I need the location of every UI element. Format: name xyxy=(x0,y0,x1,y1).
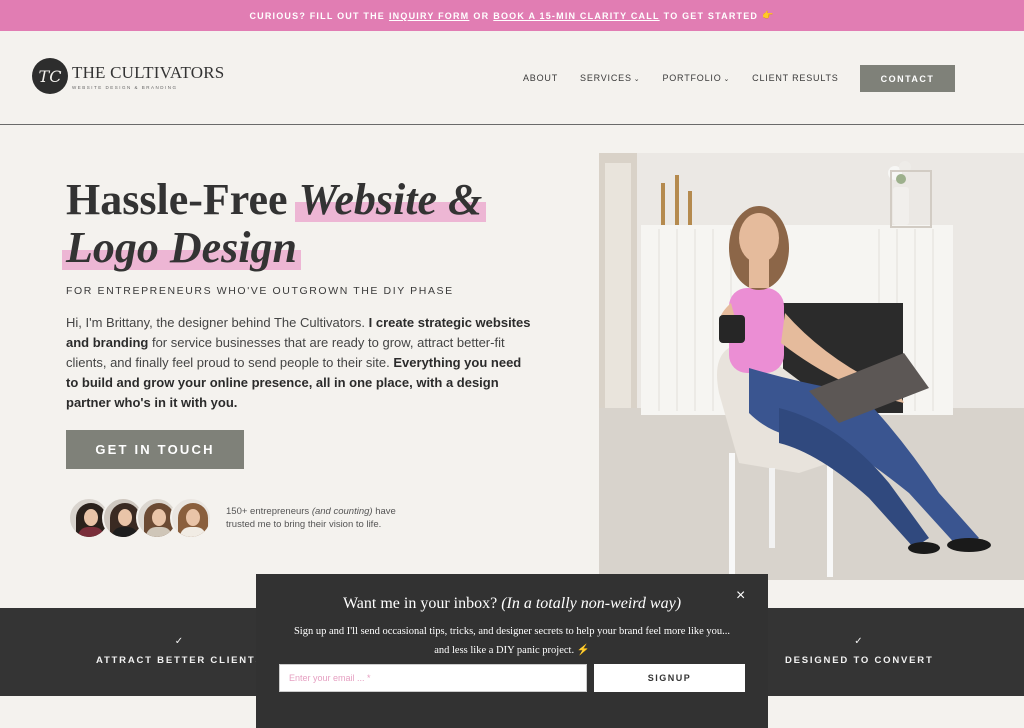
check-icon: ✓ xyxy=(174,636,185,647)
site-header: TC THE CULTIVATORS WEBSITE DESIGN & BRAN… xyxy=(0,31,1024,125)
hero-title: Hassle-Free Website & Logo Design xyxy=(66,176,482,272)
feature-convert: ✓ DESIGNED TO CONVERT xyxy=(785,636,934,666)
site-logo[interactable]: TC THE CULTIVATORS WEBSITE DESIGN & BRAN… xyxy=(32,58,224,94)
banner-middle: OR xyxy=(473,10,490,21)
close-icon[interactable]: × xyxy=(736,587,745,605)
logo-monogram: TC xyxy=(32,58,68,94)
nav-portfolio-label: PORTFOLIO xyxy=(662,73,722,83)
nav-about[interactable]: ABOUT xyxy=(523,73,558,83)
chevron-down-icon: ⌄ xyxy=(633,76,641,83)
main-nav: ABOUT SERVICES ⌄ PORTFOLIO ⌄ CLIENT RESULT… xyxy=(523,73,839,83)
logo-subtitle: WEBSITE DESIGN & BRANDING xyxy=(72,84,178,90)
popup-title-main: Want me in your inbox? xyxy=(342,595,498,612)
email-field[interactable] xyxy=(279,664,587,692)
feature-convert-label: DESIGNED TO CONVERT xyxy=(785,655,934,666)
inquiry-form-link[interactable]: INQUIRY FORM xyxy=(389,11,469,21)
avatar xyxy=(170,497,212,539)
nav-client-results[interactable]: CLIENT RESULTS xyxy=(752,73,838,83)
feature-attract-label: ATTRACT BETTER CLIENTS xyxy=(96,655,264,666)
get-in-touch-button[interactable]: GET IN TOUCH xyxy=(66,430,244,469)
hero-title-line-1: Hassle-Free Website & xyxy=(66,176,482,224)
signup-button[interactable]: SIGNUP xyxy=(594,664,745,692)
intro-text-a: Hi, I'm Brittany, the designer behind Th… xyxy=(66,315,365,330)
portrait-illustration xyxy=(599,153,1024,580)
banner-suffix: TO GET STARTED xyxy=(663,10,759,21)
popup-title: Want me in your inbox? (In a totally non… xyxy=(256,595,768,613)
newsletter-popup: Want me in your inbox? (In a totally non… xyxy=(256,574,768,728)
nav-services-label: SERVICES xyxy=(580,73,632,83)
popup-body-line-2: and less like a DIY panic project. xyxy=(434,645,575,656)
check-icon: ✓ xyxy=(854,636,865,647)
hero-title-line-2: Logo Design xyxy=(66,224,482,272)
popup-body: Sign up and I'll send occasional tips, t… xyxy=(274,622,750,660)
announcement-banner: CURIOUS? FILL OUT THE INQUIRY FORM OR BO… xyxy=(0,0,1024,31)
client-avatars xyxy=(68,497,212,539)
banner-prefix: CURIOUS? FILL OUT THE xyxy=(249,10,385,21)
clarity-call-link[interactable]: BOOK A 15-MIN CLARITY CALL xyxy=(493,11,659,21)
hero-title-plain: Hassle-Free xyxy=(66,175,288,224)
hero-photo xyxy=(599,153,1024,580)
hero-title-highlight-1: Website & xyxy=(298,175,483,224)
hero-title-highlight-2: Logo Design xyxy=(66,223,297,272)
lightning-icon: ⚡ xyxy=(576,645,590,656)
nav-portfolio[interactable]: PORTFOLIO ⌄ xyxy=(662,73,730,83)
popup-body-line-1: Sign up and I'll send occasional tips, t… xyxy=(293,626,731,637)
nav-services[interactable]: SERVICES ⌄ xyxy=(580,73,640,83)
popup-title-aside: (In a totally non-weird way) xyxy=(501,595,682,612)
pointing-hand-icon: 👉 xyxy=(762,10,775,20)
hero-tagline: FOR ENTREPRENEURS WHO'VE OUTGROWN THE DI… xyxy=(66,285,454,297)
social-counting: (and counting) xyxy=(311,506,373,517)
contact-button[interactable]: CONTACT xyxy=(860,65,955,92)
logo-name: THE CULTIVATORS xyxy=(72,62,225,82)
social-count: 150+ entrepreneurs xyxy=(226,506,310,517)
hero-intro: Hi, I'm Brittany, the designer behind Th… xyxy=(66,313,536,413)
feature-attract: ✓ ATTRACT BETTER CLIENTS xyxy=(96,636,264,666)
chevron-down-icon: ⌄ xyxy=(723,76,731,83)
social-proof-text: 150+ entrepreneurs (and counting) have t… xyxy=(226,505,426,531)
logo-text: THE CULTIVATORS WEBSITE DESIGN & BRANDIN… xyxy=(72,63,224,90)
